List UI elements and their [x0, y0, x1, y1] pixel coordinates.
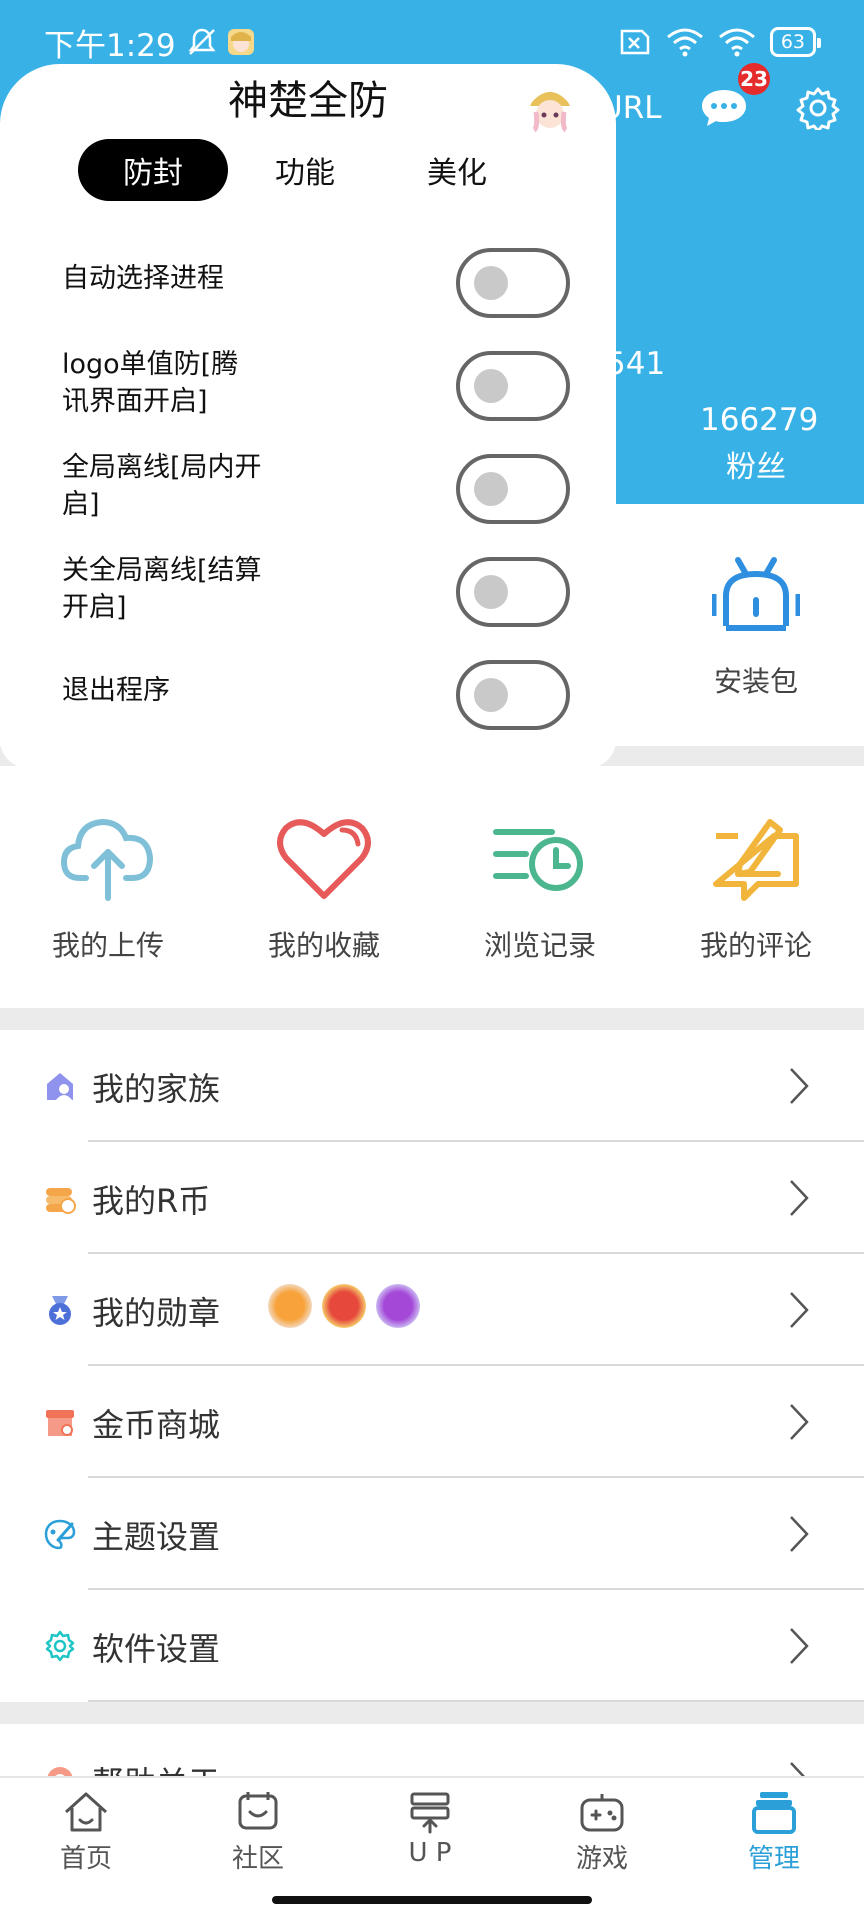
chevron-right-icon	[790, 1628, 809, 1664]
tab-beautify[interactable]: 美化	[382, 139, 532, 201]
gear-icon[interactable]	[796, 86, 840, 130]
menu-item-coin-store[interactable]: 金币商城	[0, 1366, 864, 1478]
fans-label[interactable]: 粉丝	[726, 442, 786, 486]
option-toggle[interactable]	[456, 454, 570, 524]
option-label: 自动选择进程	[62, 263, 224, 294]
option-logo-protect: logo单值防[腾讯界面开启]	[0, 337, 616, 427]
upload-server-icon	[410, 1792, 450, 1834]
panel-title: 神楚全防	[228, 78, 388, 124]
sim-off-icon	[620, 29, 650, 55]
manage-icon	[752, 1792, 796, 1834]
option-global-offline: 全局离线[局内开启]	[0, 440, 616, 530]
chevron-right-icon	[790, 1292, 809, 1328]
status-time: 下午1:29	[44, 27, 176, 64]
app-avatar-icon	[227, 29, 254, 55]
shortcut-my-favorites[interactable]: 我的收藏	[216, 812, 432, 964]
option-label: 退出程序	[62, 675, 170, 706]
medal-badge-icon	[268, 1284, 312, 1328]
family-icon	[47, 1073, 73, 1100]
shortcut-my-comments[interactable]: 我的评论	[648, 812, 864, 964]
community-icon	[238, 1792, 278, 1830]
section-divider	[0, 1008, 864, 1030]
toggle-knob	[474, 266, 508, 300]
shortcut-browse-history[interactable]: 浏览记录	[432, 812, 648, 964]
option-label: 全局离线[局内开启]	[62, 452, 262, 520]
toggle-knob	[474, 369, 508, 403]
toggle-knob	[474, 575, 508, 609]
chat-bubble-icon[interactable]	[700, 88, 748, 128]
nav-community[interactable]: 社区	[172, 1790, 344, 1875]
fans-count[interactable]: 166279	[700, 402, 818, 438]
option-toggle[interactable]	[456, 660, 570, 730]
menu-label: 软件设置	[92, 1630, 221, 1668]
battery-indicator: 63	[769, 27, 822, 57]
tab-features[interactable]: 功能	[230, 139, 380, 201]
mute-bell-icon	[188, 28, 216, 55]
option-label: logo单值防[腾讯界面开启]	[62, 349, 239, 417]
install-package-label[interactable]: 安装包	[714, 660, 798, 700]
medal-showcase	[268, 1284, 420, 1328]
palette-icon	[44, 1519, 76, 1550]
toggle-knob	[474, 472, 508, 506]
chevron-right-icon	[790, 1180, 809, 1216]
settings-icon	[45, 1630, 75, 1662]
section-divider	[0, 1702, 864, 1724]
menu-item-family[interactable]: 我的家族	[0, 1030, 864, 1142]
coin-icon	[46, 1188, 76, 1214]
option-close-global-offline: 关全局离线[结算开启]	[0, 543, 616, 633]
message-count-badge: 23	[738, 63, 770, 95]
comment-edit-icon	[713, 819, 799, 901]
menu-item-theme-settings[interactable]: 主题设置	[0, 1478, 864, 1590]
nav-up[interactable]: U P	[344, 1790, 516, 1868]
option-toggle[interactable]	[456, 351, 570, 421]
option-auto-select-process: 自动选择进程	[0, 234, 616, 324]
store-icon	[46, 1410, 74, 1436]
medal-badge-icon	[376, 1284, 420, 1328]
medal-badge-icon	[322, 1284, 366, 1328]
home-indicator[interactable]	[272, 1896, 592, 1904]
menu-label: 金币商城	[92, 1406, 221, 1444]
cloud-upload-icon	[60, 818, 154, 901]
option-toggle[interactable]	[456, 248, 570, 318]
menu-item-app-settings[interactable]: 软件设置	[0, 1590, 864, 1702]
heart-icon	[277, 819, 371, 899]
menu-label: 我的R币	[92, 1182, 211, 1220]
wifi-icon	[718, 28, 755, 57]
nav-games[interactable]: 游戏	[516, 1790, 688, 1875]
status-bar-right: 63	[618, 18, 822, 66]
option-label: 关全局离线[结算开启]	[62, 555, 262, 623]
gamepad-icon	[580, 1794, 624, 1832]
android-package-icon[interactable]	[712, 554, 800, 634]
option-exit-program: 退出程序	[0, 646, 616, 736]
protection-panel: 神楚全防 防封 功能 美化 自动选择进程 logo单值防[腾讯界面开启] 全局离…	[0, 64, 616, 768]
shortcut-my-uploads[interactable]: 我的上传	[0, 812, 216, 964]
history-icon	[493, 829, 583, 891]
menu-label: 主题设置	[92, 1518, 221, 1556]
anime-avatar-icon	[530, 92, 570, 132]
chevron-right-icon	[790, 1404, 809, 1440]
chevron-right-icon	[790, 1068, 809, 1104]
menu-item-r-coin[interactable]: 我的R币	[0, 1142, 864, 1254]
toggle-knob	[474, 678, 508, 712]
option-toggle[interactable]	[456, 557, 570, 627]
status-bar-left: 下午1:29	[44, 18, 256, 66]
home-icon	[64, 1792, 108, 1832]
wifi-icon	[666, 28, 703, 57]
menu-item-medals[interactable]: 我的勋章	[0, 1254, 864, 1366]
nav-manage[interactable]: 管理	[688, 1790, 860, 1875]
medal-icon	[49, 1296, 71, 1325]
chevron-right-icon	[790, 1516, 809, 1552]
menu-label: 我的家族	[92, 1070, 221, 1108]
menu-label: 我的勋章	[92, 1294, 221, 1332]
nav-home[interactable]: 首页	[0, 1790, 172, 1875]
tab-anti-ban[interactable]: 防封	[78, 139, 228, 201]
